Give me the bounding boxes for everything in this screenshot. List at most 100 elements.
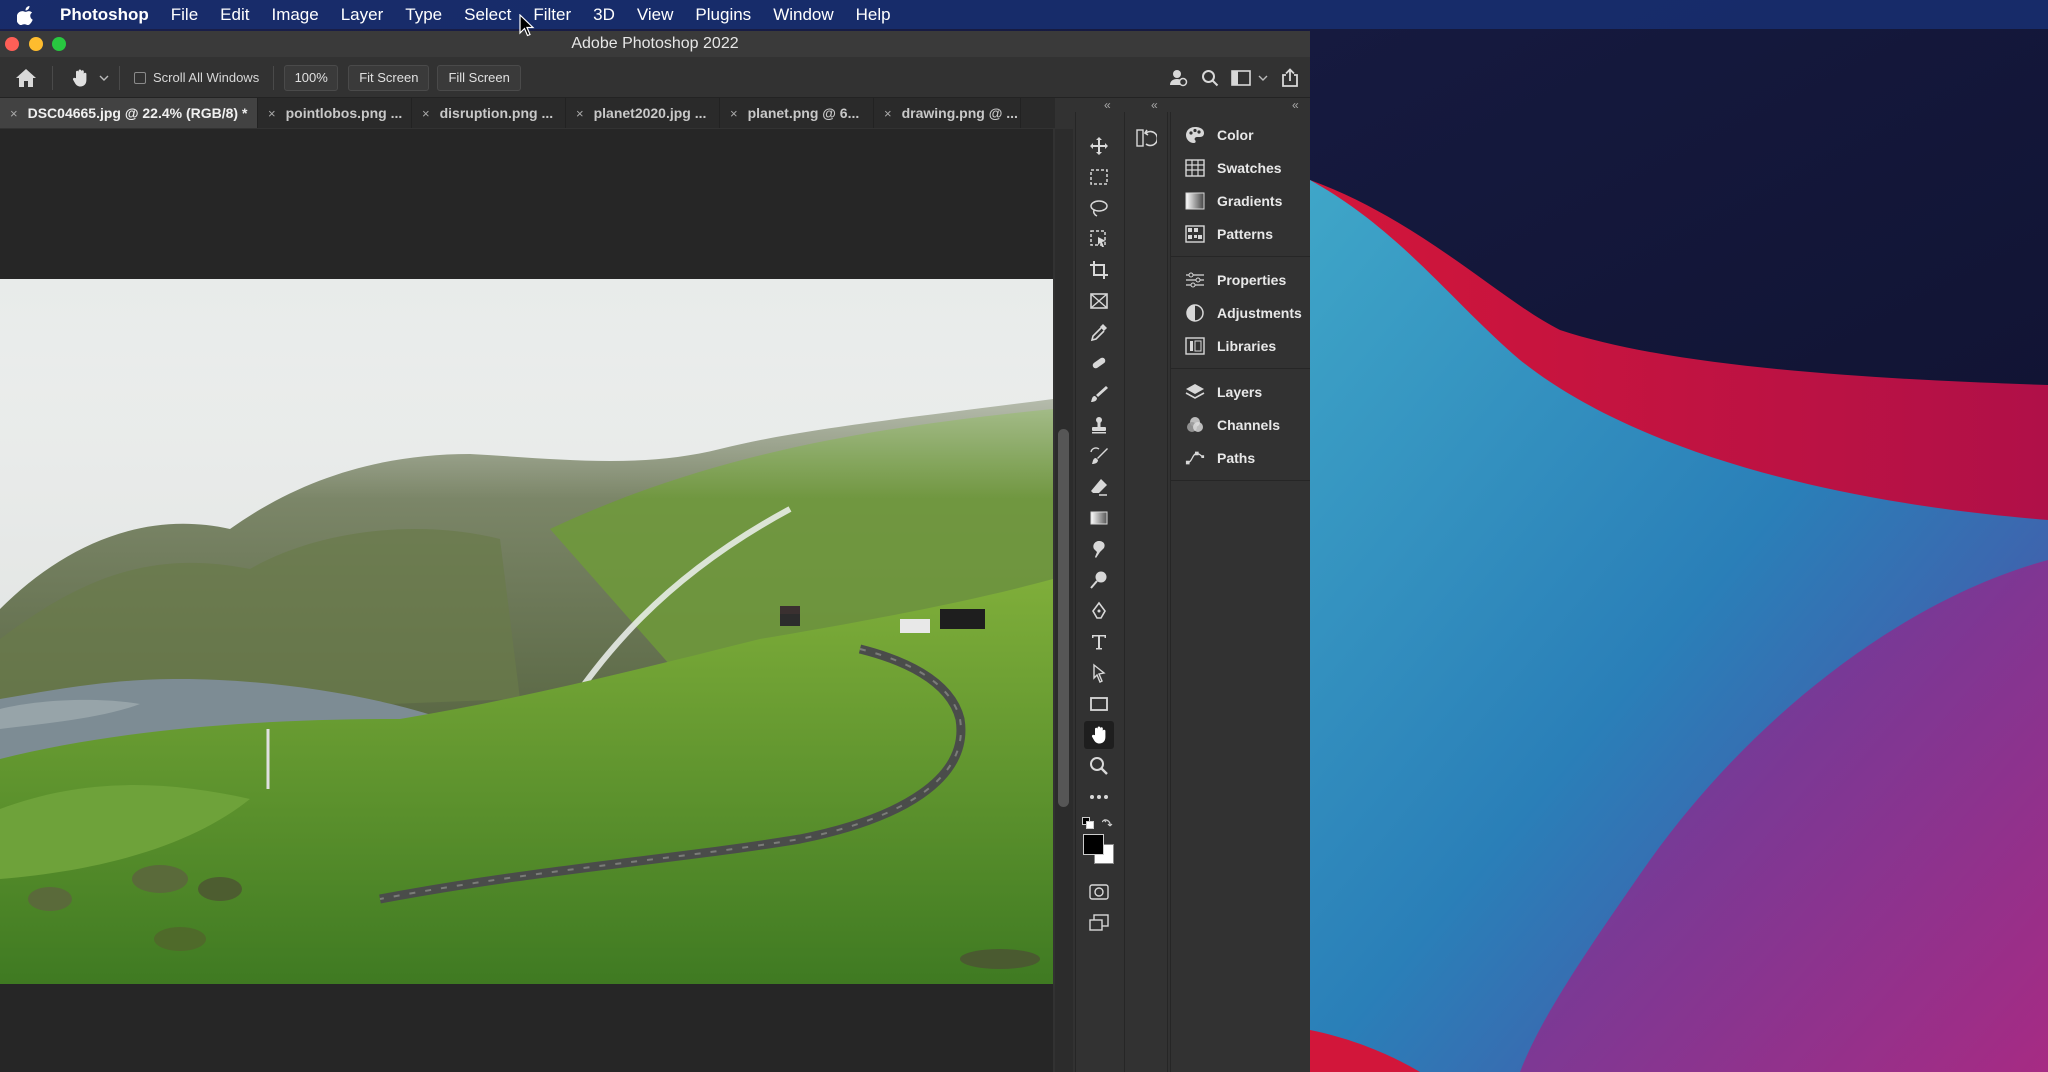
tab-disruption[interactable]: × disruption.png ... xyxy=(412,98,566,128)
panel-adjustments[interactable]: Adjustments xyxy=(1171,296,1310,329)
move-tool-icon[interactable] xyxy=(1084,132,1114,160)
close-tab-icon[interactable]: × xyxy=(730,106,738,121)
menu-plugins[interactable]: Plugins xyxy=(684,0,762,29)
collapse-panels-icon[interactable]: « xyxy=(1292,98,1299,112)
apple-icon[interactable] xyxy=(0,5,52,25)
canvas-vertical-scrollbar[interactable] xyxy=(1055,129,1073,1072)
menu-select[interactable]: Select xyxy=(453,0,522,29)
panel-libraries[interactable]: Libraries xyxy=(1171,329,1310,362)
history-icon[interactable] xyxy=(1135,127,1159,154)
close-tab-icon[interactable]: × xyxy=(422,106,430,121)
hand-tool-preset-icon[interactable] xyxy=(63,68,97,88)
collapse-history-icon[interactable]: « xyxy=(1151,98,1158,112)
gradient-tool-icon[interactable] xyxy=(1084,504,1114,532)
more-tools-icon[interactable] xyxy=(1084,783,1114,811)
document-tab-bar: × DSC04665.jpg @ 22.4% (RGB/8) * × point… xyxy=(0,98,1055,128)
menu-view[interactable]: View xyxy=(626,0,685,29)
tab-drawing[interactable]: × drawing.png @ ... xyxy=(874,98,1021,128)
default-colors-icon[interactable] xyxy=(1082,816,1094,829)
tab-label: planet2020.jpg ... xyxy=(593,105,707,121)
scrollbar-thumb[interactable] xyxy=(1058,429,1069,807)
panel-label: Layers xyxy=(1217,383,1263,400)
panel-layers[interactable]: Layers xyxy=(1171,375,1310,408)
tools-panel xyxy=(1075,112,1121,1072)
scroll-all-windows-option[interactable]: Scroll All Windows xyxy=(134,70,259,85)
lasso-tool-icon[interactable] xyxy=(1084,194,1114,222)
panel-patterns[interactable]: Patterns xyxy=(1171,217,1310,250)
menu-window[interactable]: Window xyxy=(762,0,844,29)
panel-channels[interactable]: Channels xyxy=(1171,408,1310,441)
eyedropper-tool-icon[interactable] xyxy=(1084,318,1114,346)
workspace-icon[interactable] xyxy=(1226,69,1256,86)
menu-help[interactable]: Help xyxy=(845,0,902,29)
swatches-grid-icon xyxy=(1185,158,1205,178)
collapse-tools-icon[interactable]: « xyxy=(1104,98,1111,112)
document-canvas[interactable] xyxy=(0,129,1053,1072)
tab-planet[interactable]: × planet.png @ 6... xyxy=(720,98,874,128)
scroll-all-windows-checkbox[interactable] xyxy=(134,71,146,84)
swap-colors-icon[interactable] xyxy=(1101,815,1114,827)
menu-file[interactable]: File xyxy=(160,0,209,29)
tab-label: pointlobos.png ... xyxy=(285,105,403,121)
close-tab-icon[interactable]: × xyxy=(884,106,892,121)
panel-gradients[interactable]: Gradients xyxy=(1171,184,1310,217)
tab-planet2020[interactable]: × planet2020.jpg ... xyxy=(566,98,720,128)
history-brush-tool-icon[interactable] xyxy=(1084,442,1114,470)
healing-brush-tool-icon[interactable] xyxy=(1084,349,1114,377)
mouse-cursor-icon xyxy=(519,14,535,37)
panel-label: Properties xyxy=(1217,271,1287,288)
share-export-icon[interactable] xyxy=(1270,67,1310,88)
panel-properties[interactable]: Properties xyxy=(1171,263,1310,296)
panel-label: Channels xyxy=(1217,416,1281,433)
panel-label: Swatches xyxy=(1217,159,1282,176)
type-tool-icon[interactable] xyxy=(1084,628,1114,656)
fit-screen-button[interactable]: Fit Screen xyxy=(348,64,430,91)
tab-dsc04665[interactable]: × DSC04665.jpg @ 22.4% (RGB/8) * xyxy=(0,98,258,128)
hand-tool-icon[interactable] xyxy=(1084,721,1114,749)
close-window-button[interactable] xyxy=(5,37,19,51)
path-selection-tool-icon[interactable] xyxy=(1084,659,1114,687)
close-tab-icon[interactable]: × xyxy=(268,106,276,121)
rectangle-tool-icon[interactable] xyxy=(1084,690,1114,718)
panel-paths[interactable]: Paths xyxy=(1171,441,1310,474)
menu-layer[interactable]: Layer xyxy=(330,0,395,29)
menu-type[interactable]: Type xyxy=(394,0,453,29)
document-image xyxy=(0,279,1053,984)
workspace-chevron-down-icon[interactable] xyxy=(1256,75,1270,81)
search-icon[interactable] xyxy=(1194,69,1226,87)
tab-label: drawing.png @ ... xyxy=(901,105,1018,121)
marquee-tool-icon[interactable] xyxy=(1084,163,1114,191)
home-icon[interactable] xyxy=(0,68,52,88)
close-tab-icon[interactable]: × xyxy=(10,106,18,121)
zoom-tool-icon[interactable] xyxy=(1084,752,1114,780)
panel-label: Paths xyxy=(1217,449,1256,466)
tab-pointlobos[interactable]: × pointlobos.png ... xyxy=(258,98,412,128)
brush-tool-icon[interactable] xyxy=(1084,380,1114,408)
dodge-tool-icon[interactable] xyxy=(1084,566,1114,594)
menu-edit[interactable]: Edit xyxy=(209,0,260,29)
chevron-down-icon[interactable] xyxy=(97,75,111,81)
clone-stamp-tool-icon[interactable] xyxy=(1084,411,1114,439)
zoom-100-button[interactable]: 100% xyxy=(284,64,339,91)
object-select-tool-icon[interactable] xyxy=(1084,225,1114,253)
share-people-icon[interactable] xyxy=(1162,68,1194,88)
sliders-icon xyxy=(1185,270,1205,290)
foreground-color-swatch[interactable] xyxy=(1083,834,1104,855)
panel-swatches[interactable]: Swatches xyxy=(1171,151,1310,184)
eraser-tool-icon[interactable] xyxy=(1084,473,1114,501)
maximize-window-button[interactable] xyxy=(52,37,66,51)
smudge-tool-icon[interactable] xyxy=(1084,535,1114,563)
pen-tool-icon[interactable] xyxy=(1084,597,1114,625)
minimize-window-button[interactable] xyxy=(29,37,43,51)
crop-tool-icon[interactable] xyxy=(1084,256,1114,284)
menu-3d[interactable]: 3D xyxy=(582,0,626,29)
fill-screen-button[interactable]: Fill Screen xyxy=(437,64,521,91)
menu-app-name[interactable]: Photoshop xyxy=(52,0,160,29)
panel-color[interactable]: Color xyxy=(1171,118,1310,151)
quick-mask-icon[interactable] xyxy=(1084,878,1114,906)
frame-tool-icon[interactable] xyxy=(1084,287,1114,315)
panel-label: Gradients xyxy=(1217,192,1283,209)
screen-mode-icon[interactable] xyxy=(1084,909,1114,937)
menu-image[interactable]: Image xyxy=(260,0,329,29)
close-tab-icon[interactable]: × xyxy=(576,106,584,121)
